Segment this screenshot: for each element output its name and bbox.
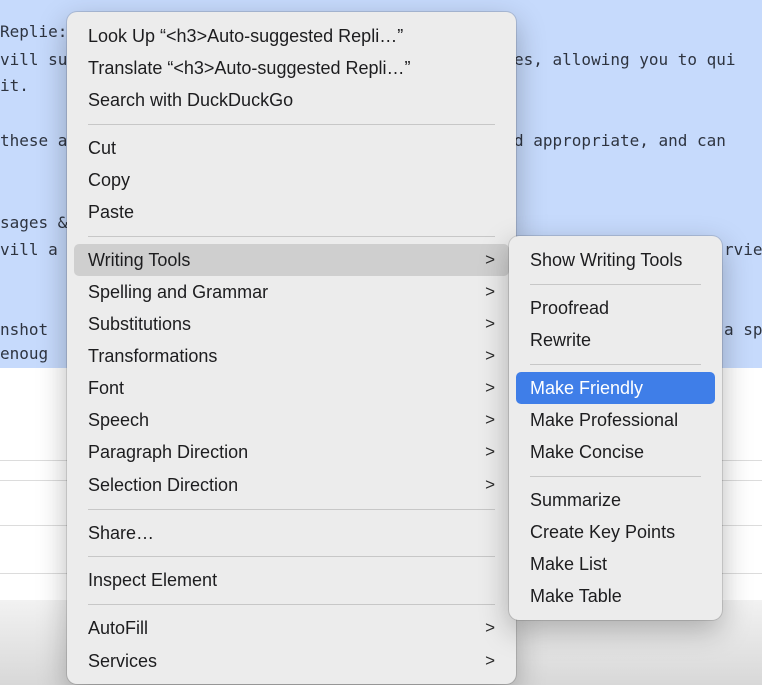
menu-item-proofread[interactable]: Proofread: [516, 292, 715, 324]
menu-item-label: Font: [88, 377, 125, 398]
code-line: nshot: [0, 320, 49, 339]
code-line: enoug: [0, 344, 49, 363]
chevron-right-icon: >: [485, 618, 495, 637]
menu-item-inspect-element[interactable]: Inspect Element: [74, 564, 509, 596]
menu-item-autofill[interactable]: AutoFill >: [74, 612, 509, 644]
menu-item-make-table[interactable]: Make Table: [516, 580, 715, 612]
menu-item-search-duckduckgo[interactable]: Search with DuckDuckGo: [74, 84, 509, 116]
menu-item-label: Make Friendly: [530, 377, 644, 398]
chevron-right-icon: >: [485, 442, 495, 461]
code-line: rvie: [724, 240, 762, 259]
menu-item-label: Make Concise: [530, 441, 645, 462]
menu-item-label: Spelling and Grammar: [88, 281, 269, 302]
menu-separator: [88, 604, 495, 605]
menu-item-label: Speech: [88, 409, 150, 430]
context-menu: Look Up “<h3>Auto-suggested Repli…” Tran…: [67, 12, 516, 684]
chevron-right-icon: >: [485, 282, 495, 301]
code-line: vill su: [0, 50, 68, 69]
menu-item-spelling-grammar[interactable]: Spelling and Grammar >: [74, 276, 509, 308]
menu-item-label: Share…: [88, 522, 155, 543]
chevron-right-icon: >: [485, 410, 495, 429]
menu-item-paste[interactable]: Paste: [74, 196, 509, 228]
menu-item-summarize[interactable]: Summarize: [516, 484, 715, 516]
menu-item-create-key-points[interactable]: Create Key Points: [516, 516, 715, 548]
code-line: it.: [0, 76, 29, 95]
menu-item-label: Rewrite: [530, 329, 592, 350]
code-line: Replie:: [0, 22, 68, 41]
menu-item-label: Writing Tools: [88, 249, 191, 270]
menu-item-font[interactable]: Font >: [74, 372, 509, 404]
menu-item-label: Copy: [88, 169, 131, 190]
menu-item-label: Cut: [88, 137, 117, 158]
menu-separator: [530, 364, 701, 365]
menu-item-label: Inspect Element: [88, 569, 218, 590]
menu-item-make-concise[interactable]: Make Concise: [516, 436, 715, 468]
menu-item-make-friendly[interactable]: Make Friendly: [516, 372, 715, 404]
menu-item-label: Look Up “<h3>Auto-suggested Repli…”: [88, 25, 404, 46]
menu-item-label: Services: [88, 650, 158, 671]
code-line: these a: [0, 131, 68, 150]
code-line: d appropriate, and can: [514, 131, 726, 150]
writing-tools-submenu: Show Writing Tools Proofread Rewrite Mak…: [509, 236, 722, 620]
chevron-right-icon: >: [485, 475, 495, 494]
menu-item-label: Proofread: [530, 297, 610, 318]
menu-item-make-list[interactable]: Make List: [516, 548, 715, 580]
menu-item-label: Selection Direction: [88, 474, 239, 495]
code-line: vill a: [0, 240, 58, 259]
code-line: a sp: [724, 320, 762, 339]
menu-item-copy[interactable]: Copy: [74, 164, 509, 196]
chevron-right-icon: >: [485, 346, 495, 365]
menu-item-transformations[interactable]: Transformations >: [74, 340, 509, 372]
menu-item-label: Transformations: [88, 345, 218, 366]
menu-item-label: Show Writing Tools: [530, 249, 683, 270]
code-line: sages &: [0, 213, 68, 232]
menu-separator: [88, 236, 495, 237]
menu-item-substitutions[interactable]: Substitutions >: [74, 308, 509, 340]
menu-item-share[interactable]: Share…: [74, 517, 509, 549]
menu-separator: [88, 509, 495, 510]
menu-item-speech[interactable]: Speech >: [74, 404, 509, 436]
menu-item-look-up[interactable]: Look Up “<h3>Auto-suggested Repli…”: [74, 20, 509, 52]
menu-item-selection-direction[interactable]: Selection Direction >: [74, 469, 509, 501]
menu-item-label: Search with DuckDuckGo: [88, 89, 294, 110]
menu-item-label: AutoFill: [88, 617, 149, 638]
code-line: es, allowing you to qui: [514, 50, 736, 69]
menu-separator: [88, 556, 495, 557]
menu-separator: [530, 476, 701, 477]
chevron-right-icon: >: [485, 651, 495, 670]
menu-item-paragraph-direction[interactable]: Paragraph Direction >: [74, 436, 509, 468]
menu-item-writing-tools[interactable]: Writing Tools >: [74, 244, 509, 276]
chevron-right-icon: >: [485, 378, 495, 397]
menu-item-rewrite[interactable]: Rewrite: [516, 324, 715, 356]
menu-item-label: Substitutions: [88, 313, 192, 334]
menu-item-label: Make Professional: [530, 409, 679, 430]
menu-item-label: Create Key Points: [530, 521, 676, 542]
menu-item-services[interactable]: Services >: [74, 645, 509, 677]
menu-item-make-professional[interactable]: Make Professional: [516, 404, 715, 436]
menu-item-cut[interactable]: Cut: [74, 132, 509, 164]
menu-item-translate[interactable]: Translate “<h3>Auto-suggested Repli…”: [74, 52, 509, 84]
menu-item-label: Paragraph Direction: [88, 441, 249, 462]
chevron-right-icon: >: [485, 250, 495, 269]
chevron-right-icon: >: [485, 314, 495, 333]
menu-item-label: Make Table: [530, 585, 622, 606]
menu-item-label: Translate “<h3>Auto-suggested Repli…”: [88, 57, 411, 78]
menu-separator: [88, 124, 495, 125]
menu-item-show-writing-tools[interactable]: Show Writing Tools: [516, 244, 715, 276]
menu-item-label: Summarize: [530, 489, 622, 510]
menu-item-label: Paste: [88, 201, 135, 222]
menu-item-label: Make List: [530, 553, 608, 574]
menu-separator: [530, 284, 701, 285]
